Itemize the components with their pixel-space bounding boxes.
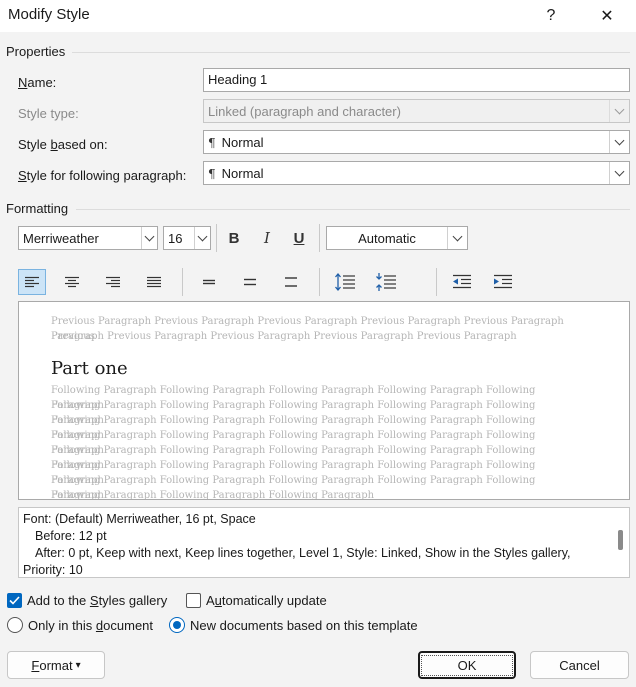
underline-button[interactable]: U — [285, 226, 313, 250]
align-right-button[interactable] — [99, 269, 127, 295]
decrease-paragraph-spacing-button[interactable] — [372, 269, 400, 295]
chevron-down-icon — [614, 166, 625, 176]
auto-update-checkbox[interactable] — [186, 593, 201, 608]
paragraph-spacing-decrease-icon — [376, 273, 396, 291]
description-scrollbar-thumb[interactable] — [618, 530, 623, 550]
align-left-button[interactable] — [18, 269, 46, 295]
increase-indent-icon — [494, 274, 512, 289]
pilcrow-icon: ¶ — [208, 166, 216, 181]
following-dropdown-arrow[interactable] — [609, 162, 629, 184]
align-center-icon — [65, 276, 79, 288]
name-input[interactable]: Heading 1 — [203, 68, 630, 92]
chevron-down-icon — [144, 231, 155, 241]
new-documents-label: New documents based on this template — [190, 618, 418, 633]
style-type-label: Style type: — [18, 106, 79, 121]
align-center-button[interactable] — [58, 269, 86, 295]
toolbar-separator — [436, 268, 437, 296]
only-this-document-label: Only in this document — [28, 618, 154, 633]
close-button[interactable]: ✕ — [584, 0, 630, 32]
description-line: Font: (Default) Merriweather, 16 pt, Spa… — [23, 512, 256, 526]
add-to-gallery-checkbox[interactable] — [7, 593, 22, 608]
formatting-section-label: Formatting — [6, 201, 69, 216]
decrease-indent-button[interactable] — [448, 269, 476, 295]
help-icon: ? — [546, 7, 556, 24]
font-value: Merriweather — [23, 230, 99, 246]
based-on-label: Style based on: — [18, 137, 108, 152]
based-on-dropdown-arrow[interactable] — [609, 131, 629, 153]
formatting-divider — [76, 209, 630, 210]
window-title: Modify Style — [8, 6, 90, 23]
one-half-spacing-icon — [244, 278, 256, 286]
cancel-button[interactable]: Cancel — [530, 651, 629, 679]
style-type-select: Linked (paragraph and character) — [203, 99, 630, 123]
preview-following-line: Following Paragraph Following Paragraph … — [51, 490, 375, 500]
preview-heading: Part one — [51, 358, 128, 379]
single-spacing-icon — [203, 279, 215, 285]
double-spacing-icon — [285, 277, 297, 287]
only-this-document-radio[interactable] — [7, 617, 23, 633]
following-value: Normal — [221, 165, 264, 181]
paragraph-spacing-increase-icon — [335, 272, 355, 292]
style-preview: Previous Paragraph Previous Paragraph Pr… — [18, 301, 630, 500]
font-color-value: Automatic — [358, 230, 416, 246]
help-button[interactable]: ? — [528, 0, 574, 32]
toolbar-separator — [182, 268, 183, 296]
following-label: Style for following paragraph: — [18, 168, 187, 183]
align-left-icon — [25, 276, 39, 288]
description-line: Before: 12 pt — [35, 529, 107, 543]
toolbar-separator — [216, 224, 217, 252]
justify-icon — [147, 276, 161, 288]
new-documents-radio[interactable] — [169, 617, 185, 633]
checkmark-icon — [9, 596, 20, 605]
dropdown-caret-icon: ▾ — [75, 659, 81, 671]
properties-section-label: Properties — [6, 44, 66, 59]
increase-paragraph-spacing-button[interactable] — [331, 269, 359, 295]
font-select[interactable]: Merriweather — [18, 226, 158, 250]
italic-button[interactable]: I — [253, 226, 281, 250]
toolbar-separator — [319, 268, 320, 296]
add-to-gallery-label: Add to the Styles gallery — [27, 593, 168, 608]
font-color-select[interactable]: Automatic — [326, 226, 468, 250]
font-color-dropdown-arrow[interactable] — [447, 227, 467, 249]
justify-button[interactable] — [140, 269, 168, 295]
bold-button[interactable]: B — [220, 226, 248, 250]
increase-indent-button[interactable] — [489, 269, 517, 295]
chevron-down-icon — [614, 104, 625, 114]
format-menu-button[interactable]: Format ▾ — [7, 651, 105, 679]
chevron-down-icon — [197, 231, 208, 241]
decrease-indent-icon — [453, 274, 471, 289]
preview-previous-line: Paragraph Previous Paragraph Previous Pa… — [51, 331, 517, 342]
double-spacing-button[interactable] — [277, 269, 305, 295]
style-description: Font: (Default) Merriweather, 16 pt, Spa… — [18, 507, 630, 578]
ok-button[interactable]: OK — [418, 651, 516, 679]
style-type-dropdown-arrow — [609, 100, 629, 122]
name-label: Name: — [18, 75, 57, 90]
description-line: After: 0 pt, Keep with next, Keep lines … — [35, 546, 571, 560]
chevron-down-icon — [452, 231, 463, 241]
pilcrow-icon: ¶ — [208, 135, 216, 150]
font-size-select[interactable]: 16 — [163, 226, 211, 250]
following-select[interactable]: ¶ Normal — [203, 161, 630, 185]
close-icon: ✕ — [600, 8, 614, 25]
font-dropdown-arrow[interactable] — [141, 227, 157, 249]
font-size-value: 16 — [168, 230, 183, 246]
one-half-spacing-button[interactable] — [236, 269, 264, 295]
based-on-value: Normal — [221, 134, 264, 150]
chevron-down-icon — [614, 135, 625, 145]
description-line: Priority: 10 — [23, 563, 83, 577]
properties-divider — [72, 52, 630, 53]
style-type-value: Linked (paragraph and character) — [208, 103, 401, 119]
based-on-select[interactable]: ¶ Normal — [203, 130, 630, 154]
single-spacing-button[interactable] — [195, 269, 223, 295]
auto-update-label: Automatically update — [206, 593, 327, 608]
radio-selected-dot — [173, 621, 181, 629]
toolbar-separator — [319, 224, 320, 252]
font-size-dropdown-arrow[interactable] — [194, 227, 210, 249]
align-right-icon — [106, 276, 120, 288]
